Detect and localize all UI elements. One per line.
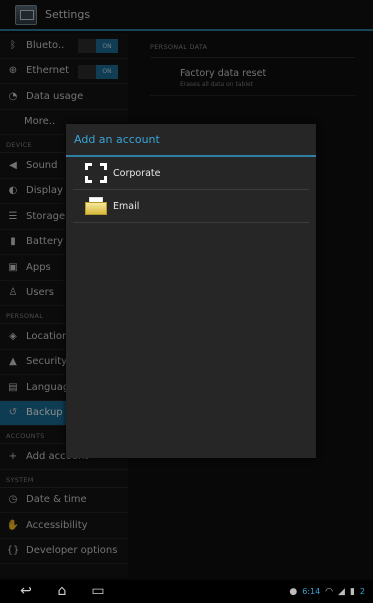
status-area: ● 6:14 ◠ ◢ ▮ 2 — [289, 580, 365, 603]
battery-status-icon: ▮ — [349, 586, 355, 597]
recent-apps-icon[interactable]: ▭ — [80, 580, 116, 603]
signal-icon: ◢ — [338, 586, 345, 597]
dialog-title: Add an account — [66, 124, 316, 157]
settings-screen: Settings ᛒ Blueto.. ON ⊕ Ethernet ON ◔ D… — [0, 0, 373, 603]
account-option-corporate[interactable]: Corporate — [73, 157, 309, 190]
back-icon[interactable]: ↩ — [8, 580, 44, 603]
wifi-icon: ◠ — [325, 586, 334, 597]
notification-icon: ● — [289, 586, 298, 597]
status-time: 6:14 — [302, 587, 321, 596]
navigation-bar: ↩ ⌂ ▭ ● 6:14 ◠ ◢ ▮ 2 — [0, 580, 373, 603]
corporate-icon — [85, 163, 107, 183]
signal-count: 2 — [359, 587, 365, 596]
add-account-dialog: Add an account Corporate Email — [66, 124, 316, 458]
home-icon[interactable]: ⌂ — [44, 580, 80, 603]
email-icon — [85, 196, 107, 216]
account-option-email[interactable]: Email — [73, 190, 309, 223]
